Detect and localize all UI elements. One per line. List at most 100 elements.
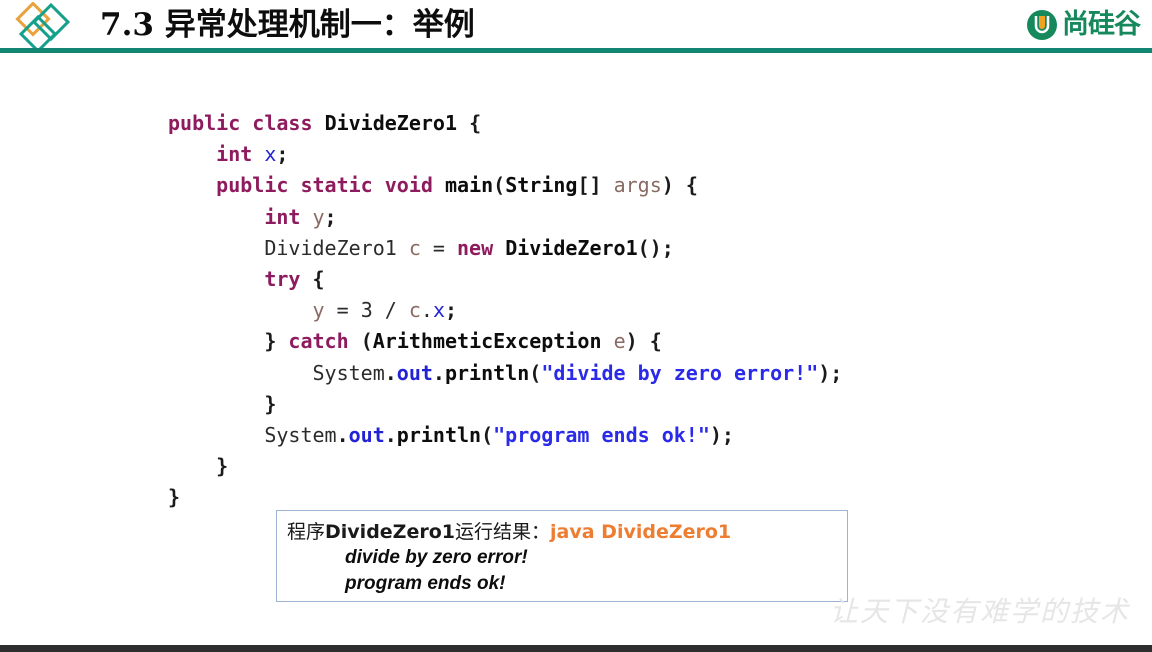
code-token: ; — [324, 204, 337, 229]
output-result-line: program ends ok! — [345, 573, 506, 594]
code-token: args — [613, 173, 662, 198]
code-token: ); — [818, 360, 843, 385]
code-token: public — [168, 111, 241, 135]
program-output-box: 程序DivideZero1运行结果：java DivideZero1 divid… — [276, 510, 848, 602]
code-token: } — [168, 485, 181, 510]
diamond-teal-lower-icon — [18, 14, 58, 54]
code-token: e — [613, 329, 626, 354]
code-line: public static void main(String[] args) { — [168, 170, 842, 201]
code-token: ( — [529, 360, 542, 385]
code-token: System — [312, 360, 385, 385]
code-token: ) — [625, 329, 638, 354]
code-token: ArithmeticException — [372, 329, 602, 354]
code-token: . — [420, 298, 433, 323]
shangguigu-u-icon — [1026, 9, 1058, 41]
code-line: } — [168, 482, 842, 513]
code-token: [] — [577, 173, 602, 198]
code-token: System — [264, 423, 337, 448]
output-label-class: DivideZero1 — [325, 521, 455, 543]
code-token: ); — [709, 423, 734, 448]
code-line: int y; — [168, 202, 842, 233]
diamond-logo — [8, 1, 80, 54]
code-line: } — [168, 451, 842, 482]
code-token: } — [264, 391, 277, 416]
code-token: public — [216, 173, 289, 198]
code-token: 3 — [360, 298, 373, 323]
code-token: ( — [481, 423, 494, 448]
output-label-prefix: 程序 — [287, 521, 326, 543]
code-line: y = 3 / c.x; — [168, 295, 842, 326]
output-header-line: 程序DivideZero1运行结果：java DivideZero1 — [287, 519, 847, 545]
code-token: DivideZero1 — [324, 111, 458, 135]
code-line: System.out.println("program ends ok!"); — [168, 420, 842, 451]
code-token: ; — [445, 298, 458, 323]
code-token: int — [264, 204, 301, 229]
brand-logo-right: 尚硅谷 — [1026, 5, 1141, 45]
code-token: "divide by zero error!" — [541, 360, 819, 385]
code-line: DivideZero1 c = new DivideZero1(); — [168, 233, 842, 264]
code-token: ; — [276, 142, 289, 167]
code-token: catch — [288, 329, 349, 354]
code-token: ( — [360, 329, 373, 354]
code-token: void — [384, 173, 433, 198]
code-token: DivideZero1 — [264, 235, 397, 260]
code-token: { — [312, 267, 325, 292]
code-token: x — [432, 298, 446, 323]
diamond-logo-svg — [15, 1, 71, 54]
code-token: class — [252, 111, 313, 135]
code-token: { — [685, 173, 698, 198]
code-token: out — [348, 423, 385, 448]
code-line: } — [168, 389, 842, 420]
code-token: } — [216, 454, 229, 479]
code-token: = — [432, 235, 445, 260]
code-token: (); — [637, 235, 674, 260]
code-token: int — [216, 142, 253, 167]
watermark-slogan: 让天下没有难学的技术 — [829, 595, 1130, 628]
code-token: try — [264, 267, 301, 292]
code-token: println — [444, 360, 530, 385]
code-token: String — [505, 173, 578, 198]
code-token: = — [336, 298, 349, 323]
code-token: . — [336, 423, 349, 448]
code-token: / — [384, 298, 397, 323]
code-token: new — [457, 235, 494, 260]
code-token: y — [312, 204, 325, 229]
code-block: public class DivideZero1 { int x; public… — [168, 108, 842, 514]
header-divider — [0, 48, 1152, 53]
code-line: try { — [168, 264, 842, 295]
output-result-line: divide by zero error! — [345, 547, 528, 568]
slide-header: 7.3 异常处理机制一：举例 尚硅谷 — [0, 0, 1152, 54]
code-token: println — [396, 423, 482, 448]
output-command: java DivideZero1 — [550, 521, 732, 543]
code-line: System.out.println("divide by zero error… — [168, 358, 843, 389]
code-token: x — [264, 142, 277, 167]
page-title: 7.3 异常处理机制一：举例 — [100, 7, 475, 43]
shangguigu-u-icon-svg — [1027, 10, 1057, 40]
code-token: out — [396, 360, 433, 385]
code-token: static — [300, 173, 373, 198]
code-line: int x; — [168, 139, 842, 170]
footer-bar — [0, 645, 1152, 652]
